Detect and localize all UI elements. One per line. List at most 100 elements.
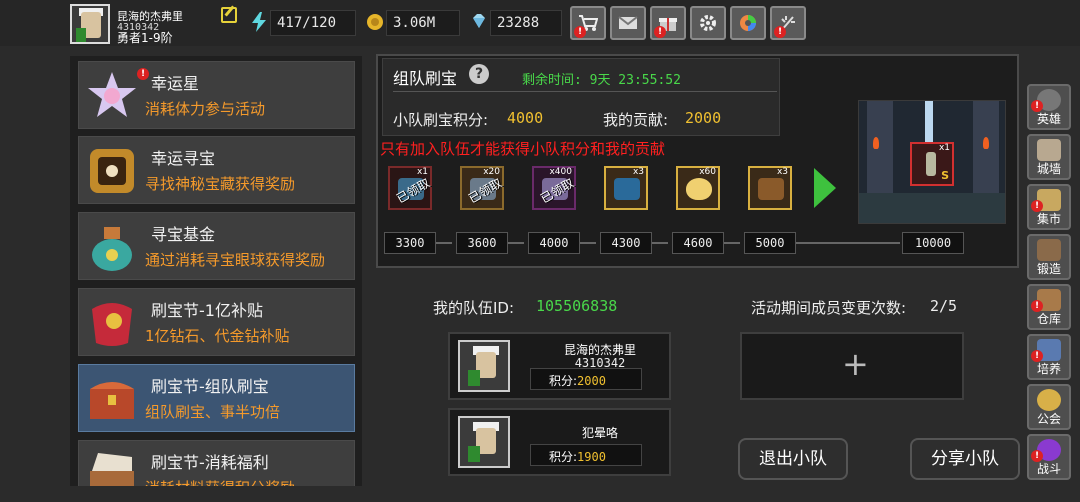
plus-icon: + bbox=[842, 345, 869, 383]
share-team-button[interactable]: 分享小队 bbox=[910, 438, 1020, 480]
member-score: 积分:2000 bbox=[530, 368, 642, 390]
alert-icon: ! bbox=[574, 26, 586, 38]
reward-slot[interactable]: x1 已领取 bbox=[388, 166, 432, 210]
member-card[interactable]: 犯晕咯 积分:1900 bbox=[448, 408, 671, 476]
reward-count: x3 bbox=[776, 167, 788, 177]
menu-item-lucky-star[interactable]: ! 幸运星 消耗体力参与活动 bbox=[78, 61, 355, 129]
menu-subtitle: 通过消耗寻宝眼球获得奖励 bbox=[145, 251, 326, 269]
score-label: 积分: bbox=[549, 374, 578, 388]
mail-button[interactable] bbox=[610, 6, 646, 40]
member-card[interactable]: 昆海的杰弗里 4310342 积分:2000 bbox=[448, 332, 671, 400]
event-menu: ! 幸运星 消耗体力参与活动 幸运寻宝 寻找神秘宝藏获得奖励 寻宝基金 通过消耗… bbox=[70, 56, 362, 486]
guild-emblem-icon bbox=[1037, 389, 1061, 411]
reward-slot[interactable]: x3 bbox=[604, 166, 648, 210]
threshold-value: 10000 bbox=[902, 232, 964, 254]
menu-item-lucky-treasure[interactable]: 幸运寻宝 寻找神秘宝藏获得奖励 bbox=[78, 136, 355, 204]
edit-name-icon[interactable] bbox=[221, 7, 237, 23]
color-wheel-button[interactable] bbox=[730, 6, 766, 40]
menu-subtitle: 消耗材料获得积分奖励 bbox=[145, 477, 295, 486]
lucky-star-icon bbox=[88, 72, 136, 117]
member-name: 犯晕咯 bbox=[581, 426, 618, 440]
menu-subtitle: 消耗体力参与活动 bbox=[145, 100, 266, 118]
claimed-label: 已领取 bbox=[394, 175, 433, 207]
nav-market[interactable]: ! 集市 bbox=[1027, 184, 1071, 230]
firework-button[interactable]: ! bbox=[770, 6, 806, 40]
member-changes-label: 活动期间成员变更次数: bbox=[751, 299, 907, 317]
team-score-value: 4000 bbox=[507, 109, 544, 127]
gold-value: 3.06M bbox=[386, 10, 460, 36]
menu-item-treasure-fund[interactable]: 寻宝基金 通过消耗寻宝眼球获得奖励 bbox=[78, 212, 355, 280]
reward-count: x60 bbox=[699, 167, 716, 177]
open-chest-icon bbox=[90, 453, 134, 486]
energy-icon bbox=[252, 12, 266, 32]
reward-slot[interactable]: x20 已领取 bbox=[460, 166, 504, 210]
castle-wall-icon bbox=[1037, 139, 1061, 161]
nav-guild[interactable]: 公会 bbox=[1027, 384, 1071, 430]
join-team-note: 只有加入队伍才能获得小队积分和我的贡献 bbox=[380, 140, 666, 158]
mail-icon bbox=[618, 16, 638, 29]
member-avatar bbox=[458, 340, 510, 392]
menu-title: 刷宝节-消耗福利 bbox=[151, 453, 269, 472]
threshold-value: 4600 bbox=[672, 232, 724, 254]
remaining-time: 剩余时间: 9天 23:55:52 bbox=[522, 69, 681, 88]
rarity-badge: S bbox=[941, 169, 949, 182]
nav-label: 战斗 bbox=[1036, 462, 1061, 476]
progress-line bbox=[508, 242, 524, 244]
reward-slot[interactable]: x400 已领取 bbox=[532, 166, 576, 210]
gold-coin-icon bbox=[367, 14, 383, 30]
energy-value: 417/120 bbox=[270, 10, 356, 36]
reward-slot[interactable]: x60 bbox=[676, 166, 720, 210]
menu-item-consume-bonus[interactable]: 刷宝节-消耗福利 消耗材料获得积分奖励 bbox=[78, 440, 355, 486]
menu-title: 寻宝基金 bbox=[151, 225, 216, 244]
member-changes-value: 2/5 bbox=[930, 297, 958, 315]
alert-icon: ! bbox=[774, 26, 786, 38]
menu-title: 刷宝节-1亿补贴 bbox=[151, 301, 263, 320]
money-bag-icon bbox=[92, 227, 132, 271]
alert-icon: ! bbox=[654, 26, 666, 38]
shop-cart-button[interactable]: ! bbox=[570, 6, 606, 40]
gift-button[interactable]: ! bbox=[650, 6, 686, 40]
grand-reward-slot[interactable]: x1 S bbox=[910, 142, 954, 186]
member-avatar bbox=[458, 416, 510, 468]
team-id-value: 105506838 bbox=[536, 297, 618, 315]
egg-item-icon bbox=[686, 178, 712, 200]
nav-battle[interactable]: ! 战斗 bbox=[1027, 434, 1071, 480]
invite-member-slot[interactable]: + bbox=[740, 332, 964, 400]
reward-slot[interactable]: x3 bbox=[748, 166, 792, 210]
top-bar: 昆海的杰弗里 4310342 勇者1-9阶 417/120 3.06M 2328… bbox=[0, 0, 1080, 46]
nav-label: 城墙 bbox=[1036, 162, 1061, 176]
settings-button[interactable] bbox=[690, 6, 726, 40]
nav-label: 英雄 bbox=[1036, 112, 1061, 126]
leave-team-button[interactable]: 退出小队 bbox=[738, 438, 848, 480]
event-title: 组队刷宝 bbox=[393, 69, 458, 88]
score-label: 积分: bbox=[549, 450, 578, 464]
treasure-chest-icon bbox=[90, 382, 134, 419]
nav-training[interactable]: ! 培养 bbox=[1027, 334, 1071, 380]
menu-item-team-treasure[interactable]: 刷宝节-组队刷宝 组队刷宝、事半功倍 bbox=[78, 364, 355, 432]
nav-heroes[interactable]: ! 英雄 bbox=[1027, 84, 1071, 130]
progress-line bbox=[652, 242, 668, 244]
player-rank: 勇者1-9阶 bbox=[117, 31, 173, 45]
help-icon[interactable]: ? bbox=[469, 64, 489, 84]
red-envelope-icon bbox=[92, 303, 132, 346]
menu-item-subsidy[interactable]: 刷宝节-1亿补贴 1亿钻石、代金钻补贴 bbox=[78, 288, 355, 356]
diamond-icon bbox=[473, 14, 485, 28]
player-avatar[interactable] bbox=[70, 4, 110, 44]
threshold-value: 5000 bbox=[744, 232, 796, 254]
team-event-panel: 组队刷宝 ? 剩余时间: 9天 23:55:52 小队刷宝积分: 4000 我的… bbox=[376, 54, 1019, 268]
nav-label: 集市 bbox=[1036, 212, 1061, 226]
nav-warehouse[interactable]: ! 仓库 bbox=[1027, 284, 1071, 330]
statue-item-icon bbox=[926, 152, 936, 176]
threshold-value: 3600 bbox=[456, 232, 508, 254]
chevron-right-icon bbox=[814, 168, 836, 208]
nav-label: 锻造 bbox=[1036, 262, 1061, 276]
alert-icon: ! bbox=[137, 68, 149, 80]
cannon-item-icon bbox=[758, 178, 784, 200]
book-item-icon bbox=[614, 178, 640, 200]
score-value: 1900 bbox=[577, 450, 606, 464]
threshold-value: 4000 bbox=[528, 232, 580, 254]
menu-title: 刷宝节-组队刷宝 bbox=[151, 377, 269, 396]
nav-wall[interactable]: 城墙 bbox=[1027, 134, 1071, 180]
member-score: 积分:1900 bbox=[530, 444, 642, 466]
nav-forge[interactable]: 锻造 bbox=[1027, 234, 1071, 280]
